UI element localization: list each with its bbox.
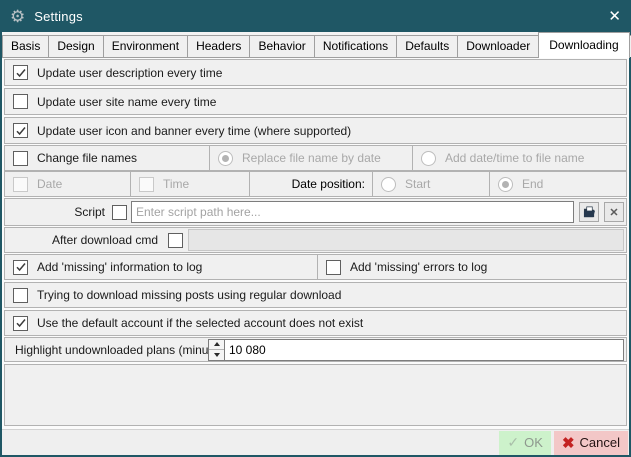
time-cell: Time	[131, 172, 250, 196]
after-download-cmd-checkbox[interactable]	[168, 233, 183, 248]
date-cell: Date	[5, 172, 131, 196]
date-checkbox	[13, 177, 28, 192]
tab-downloader[interactable]: Downloader	[457, 35, 539, 57]
update-site-name-label[interactable]: Update user site name every time	[37, 95, 216, 109]
date-position-label: Date position:	[292, 177, 365, 191]
date-position-cell: Date position:	[250, 172, 373, 196]
add-missing-info-label[interactable]: Add 'missing' information to log	[37, 260, 202, 274]
after-download-cmd-label: After download cmd	[5, 233, 158, 247]
tab-headers[interactable]: Headers	[187, 35, 250, 57]
change-file-names-label[interactable]: Change file names	[37, 151, 137, 165]
check-icon	[15, 67, 27, 79]
open-folder-icon	[583, 206, 596, 218]
spinner-up-button[interactable]	[209, 340, 224, 351]
browse-folder-button[interactable]	[579, 202, 599, 222]
row-update-description: Update user description every time	[4, 59, 627, 86]
tab-downloading[interactable]: Downloading	[538, 32, 629, 58]
check-icon	[15, 317, 27, 329]
update-description-checkbox[interactable]	[13, 65, 28, 80]
use-default-account-label[interactable]: Use the default account if the selected …	[37, 316, 363, 330]
title-bar[interactable]: ⚙ Settings ✕	[0, 0, 631, 32]
arrow-up-icon	[214, 342, 220, 346]
replace-by-date-label: Replace file name by date	[242, 151, 381, 165]
row-change-file-names: Change file names Replace file name by d…	[4, 145, 627, 171]
tab-environment[interactable]: Environment	[103, 35, 188, 57]
replace-by-date-cell: Replace file name by date	[210, 146, 413, 170]
script-path-input[interactable]	[131, 201, 574, 223]
change-file-names-cell: Change file names	[5, 146, 210, 170]
tab-basis[interactable]: Basis	[2, 35, 49, 57]
close-icon[interactable]: ✕	[591, 9, 621, 24]
add-missing-errors-label[interactable]: Add 'missing' errors to log	[350, 260, 487, 274]
date-label: Date	[37, 177, 62, 191]
end-cell: End	[490, 172, 626, 196]
row-script: Script ✕	[4, 198, 627, 226]
start-cell: Start	[373, 172, 490, 196]
window-title: Settings	[34, 9, 83, 24]
empty-panel	[4, 364, 627, 426]
trying-download-checkbox[interactable]	[13, 288, 28, 303]
row-trying-download-missing: Trying to download missing posts using r…	[4, 282, 627, 308]
gear-icon: ⚙	[10, 8, 25, 25]
row-use-default-account: Use the default account if the selected …	[4, 310, 627, 336]
tab-behavior[interactable]: Behavior	[249, 35, 314, 57]
change-file-names-checkbox[interactable]	[13, 151, 28, 166]
highlight-plans-label: Highlight undownloaded plans (minutes)	[5, 343, 208, 357]
row-update-site-name: Update user site name every time	[4, 88, 627, 115]
check-icon	[15, 125, 27, 137]
start-radio	[381, 177, 396, 192]
ok-check-icon: ✓	[507, 434, 519, 451]
trying-download-label[interactable]: Trying to download missing posts using r…	[37, 288, 341, 302]
footer-bar: ✓ OK ✖ Cancel	[2, 429, 629, 455]
tab-strip: Basis Design Environment Headers Behavio…	[2, 32, 629, 58]
after-download-cmd-input	[188, 229, 624, 251]
settings-window: ⚙ Settings ✕ Basis Design Environment He…	[0, 0, 631, 457]
add-datetime-radio	[421, 151, 436, 166]
replace-by-date-radio	[218, 151, 233, 166]
add-datetime-label: Add date/time to file name	[445, 151, 584, 165]
cancel-button-label: Cancel	[580, 435, 620, 450]
end-label: End	[522, 177, 543, 191]
row-after-download-cmd: After download cmd	[4, 227, 627, 253]
check-icon	[15, 261, 27, 273]
row-highlight-plans: Highlight undownloaded plans (minutes)	[4, 337, 627, 362]
start-label: Start	[405, 177, 430, 191]
script-label: Script	[5, 205, 105, 219]
update-icon-banner-checkbox[interactable]	[13, 123, 28, 138]
cancel-x-icon: ✖	[562, 434, 575, 452]
missing-errors-cell: Add 'missing' errors to log	[318, 255, 626, 279]
row-date-time-position: Date Time Date position: Start End	[4, 171, 627, 197]
row-missing-logs: Add 'missing' information to log Add 'mi…	[4, 254, 627, 280]
tab-defaults[interactable]: Defaults	[396, 35, 458, 57]
ok-button-label: OK	[524, 435, 543, 450]
minutes-spinner	[208, 339, 225, 361]
time-checkbox	[139, 177, 154, 192]
downloading-tab-page: Update user description every time Updat…	[2, 58, 629, 429]
script-checkbox[interactable]	[112, 205, 127, 220]
add-missing-errors-checkbox[interactable]	[326, 260, 341, 275]
add-datetime-cell: Add date/time to file name	[413, 146, 626, 170]
ok-button[interactable]: ✓ OK	[499, 431, 551, 455]
update-description-label[interactable]: Update user description every time	[37, 66, 222, 80]
end-radio	[498, 177, 513, 192]
tab-notifications[interactable]: Notifications	[314, 35, 397, 57]
update-icon-banner-label[interactable]: Update user icon and banner every time (…	[37, 124, 351, 138]
time-label: Time	[163, 177, 189, 191]
add-missing-info-checkbox[interactable]	[13, 260, 28, 275]
arrow-down-icon	[214, 353, 220, 357]
cancel-button[interactable]: ✖ Cancel	[554, 431, 628, 455]
minutes-value-input[interactable]	[224, 339, 624, 361]
use-default-account-checkbox[interactable]	[13, 316, 28, 331]
clear-script-button[interactable]: ✕	[604, 202, 624, 222]
row-update-icon-banner: Update user icon and banner every time (…	[4, 117, 627, 144]
tab-design[interactable]: Design	[48, 35, 103, 57]
update-site-name-checkbox[interactable]	[13, 94, 28, 109]
spinner-down-button[interactable]	[209, 350, 224, 360]
missing-info-cell: Add 'missing' information to log	[5, 255, 318, 279]
